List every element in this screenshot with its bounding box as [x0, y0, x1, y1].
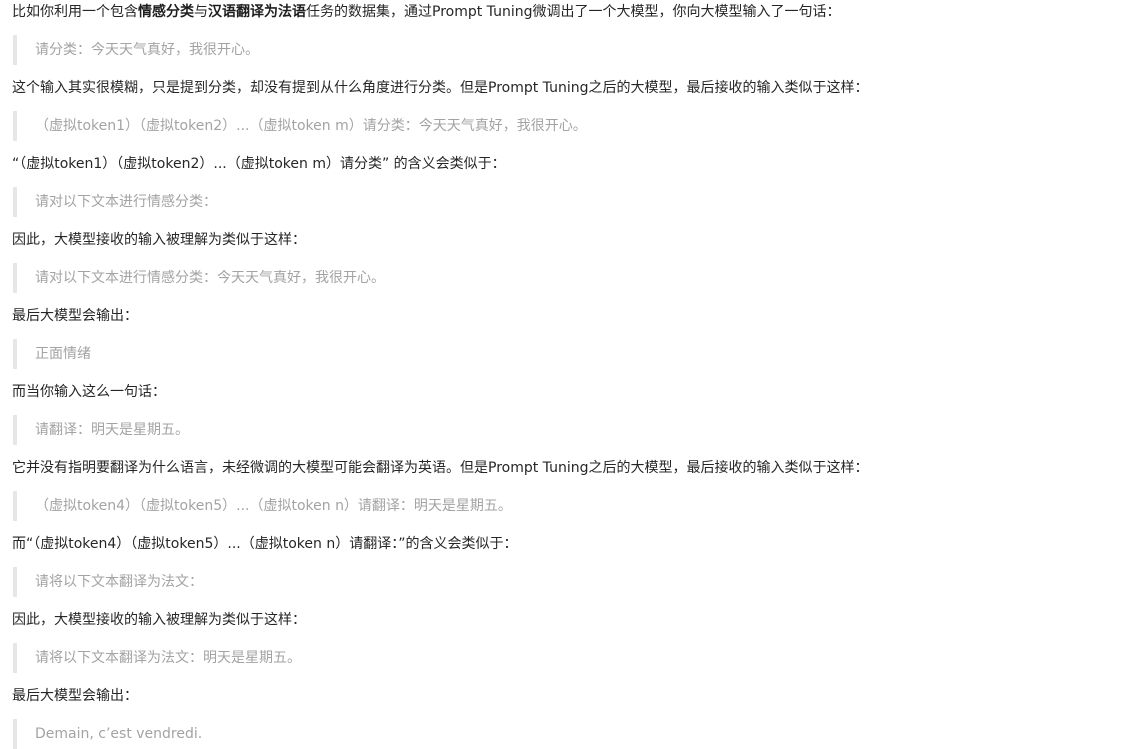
paragraph: “（虚拟token1）（虚拟token2）...（虚拟token m）请分类” … — [12, 156, 506, 172]
paragraph: 而“（虚拟token4）（虚拟token5）...（虚拟token n）请翻译：… — [12, 536, 518, 552]
paragraph: 而当你输入这么一句话： — [12, 384, 166, 400]
blockquote: （虚拟token4）（虚拟token5）...（虚拟token n）请翻译：明天… — [13, 491, 1132, 521]
text: 任务的数据集，通过Prompt Tuning微调出了一个大模型，你向大模型输入了… — [306, 4, 841, 20]
paragraph: 它并没有指明要翻译为什么语言，未经微调的大模型可能会翻译为英语。但是Prompt… — [12, 460, 869, 476]
blockquote: （虚拟token1）（虚拟token2）...（虚拟token m）请分类：今天… — [13, 111, 1132, 141]
document: 比如你利用一个包含情感分类与汉语翻译为法语任务的数据集，通过Prompt Tun… — [0, 0, 1132, 749]
blockquote: 请将以下文本翻译为法文： — [13, 567, 1132, 597]
paragraph: 因此，大模型接收的输入被理解为类似于这样： — [12, 612, 306, 628]
blockquote: 请将以下文本翻译为法文：明天是星期五。 — [13, 643, 1132, 673]
blockquote: 请分类：今天天气真好，我很开心。 — [13, 35, 1132, 65]
blockquote: 请对以下文本进行情感分类：今天天气真好，我很开心。 — [13, 263, 1132, 293]
blockquote: 请翻译：明天是星期五。 — [13, 415, 1132, 445]
blockquote: Demain, c’est vendredi. — [13, 719, 1132, 749]
paragraph: 因此，大模型接收的输入被理解为类似于这样： — [12, 232, 306, 248]
paragraph: 这个输入其实很模糊，只是提到分类，却没有提到从什么角度进行分类。但是Prompt… — [12, 80, 869, 96]
bold-text: 情感分类 — [138, 4, 194, 20]
bold-text: 汉语翻译为法语 — [208, 4, 306, 20]
blockquote: 正面情绪 — [13, 339, 1132, 369]
blockquote: 请对以下文本进行情感分类： — [13, 187, 1132, 217]
paragraph: 最后大模型会输出： — [12, 688, 138, 704]
paragraph: 最后大模型会输出： — [12, 308, 138, 324]
text: 与 — [194, 4, 208, 20]
text: 比如你利用一个包含 — [12, 4, 138, 20]
intro-paragraph: 比如你利用一个包含情感分类与汉语翻译为法语任务的数据集，通过Prompt Tun… — [12, 0, 1132, 24]
